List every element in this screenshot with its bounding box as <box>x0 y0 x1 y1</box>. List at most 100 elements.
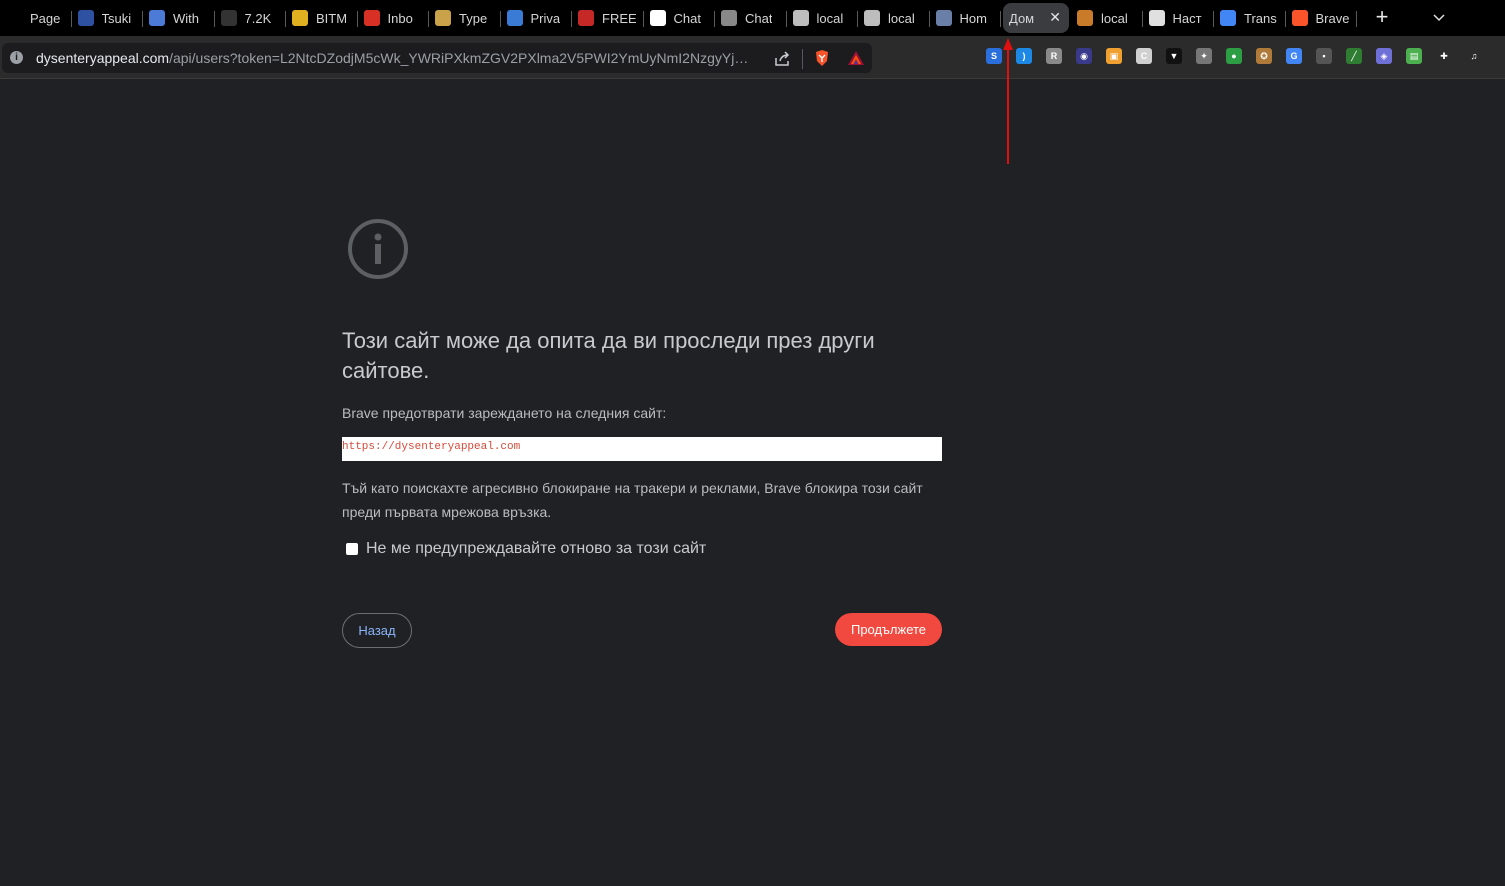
share-icon[interactable] <box>773 50 791 68</box>
tab[interactable]: local <box>787 3 858 33</box>
ext-robot-icon[interactable]: ▪ <box>1316 48 1332 64</box>
shield-icon <box>149 10 165 26</box>
star-icon <box>220 10 237 26</box>
tab[interactable]: Priva <box>501 3 572 33</box>
brave-shields-icon[interactable] <box>813 49 831 67</box>
tab-title: Page <box>30 10 61 26</box>
ext-eye-icon[interactable]: ◉ <box>1076 48 1092 64</box>
ext-image-icon[interactable]: ▤ <box>1406 48 1422 64</box>
globe-icon <box>792 10 809 26</box>
media-icon[interactable]: ♫ <box>1466 48 1482 64</box>
new-tab-button[interactable]: + <box>1369 5 1395 31</box>
ext-lock-icon[interactable]: ◈ <box>1376 48 1392 64</box>
tab-separator <box>1356 11 1357 27</box>
tab-title: Chat <box>745 10 773 26</box>
tab[interactable]: With <box>143 3 215 33</box>
ext-c-icon[interactable]: C <box>1136 48 1152 64</box>
tab-title: local <box>1101 10 1128 26</box>
openai-icon <box>649 10 666 26</box>
ext-ninja-icon[interactable]: ▼ <box>1166 48 1182 64</box>
tab-title: BITM <box>316 10 348 26</box>
tab[interactable]: Type <box>429 3 501 33</box>
brave-lion-icon <box>1291 10 1308 26</box>
tab-title: Brave <box>1315 10 1350 26</box>
tab[interactable]: BITM <box>286 3 358 33</box>
chevron-down-icon[interactable] <box>1431 9 1447 25</box>
tab[interactable]: Chat <box>644 3 715 33</box>
tab[interactable]: Brave <box>1286 3 1357 33</box>
extensions-icon[interactable]: ✚ <box>1436 48 1452 64</box>
tab-title: Type <box>459 10 488 26</box>
continue-button[interactable]: Продължете <box>835 613 942 646</box>
ext-translate-icon[interactable]: G <box>1286 48 1302 64</box>
omnibox-separator <box>802 49 803 69</box>
dots-icon <box>506 10 523 26</box>
slash-icon <box>578 10 594 26</box>
site-info-icon[interactable]: i <box>10 51 23 64</box>
dont-warn-checkbox-label[interactable]: Не ме предупреждавайте отново за този са… <box>366 540 706 558</box>
tab[interactable]: Hom <box>930 3 1001 33</box>
tab-title: Hom <box>959 10 987 26</box>
tab-strip: Page Tsuki With 7.2K BITM Inbo Type Priva FREE Ch… <box>0 0 1505 36</box>
ext-chart-icon[interactable]: ╱ <box>1346 48 1362 64</box>
ext-r-icon[interactable]: R <box>1046 48 1062 64</box>
info-icon <box>348 219 408 279</box>
tab[interactable]: Chat <box>715 3 787 33</box>
url-text[interactable]: dysenteryappeal.com/api/users?token=L2Nt… <box>36 50 756 66</box>
tab-title: With <box>173 10 199 26</box>
ext-puzzle-icon[interactable]: ✦ <box>1196 48 1212 64</box>
tab-title: Chat <box>673 10 701 26</box>
dont-warn-checkbox[interactable] <box>346 543 358 555</box>
game-icon <box>935 10 952 26</box>
url-path: /api/users?token=L2NtcDZodjM5cWk_YWRiPXk… <box>169 50 756 66</box>
extensions-bar: S) R ◉ ▣ C ▼ ✦ ● ✪ G ▪ ╱ ◈ ▤ ✚ ♫ <box>986 48 1482 64</box>
tab-title: Наст <box>1172 10 1202 26</box>
gear-icon <box>1148 10 1165 26</box>
mal-icon <box>77 10 94 26</box>
tab-title: local <box>816 10 844 26</box>
explanation-text: Тъй като поискахте агресивно блокиране н… <box>342 480 923 520</box>
tab[interactable]: local <box>1071 3 1143 33</box>
page-icon <box>6 10 22 26</box>
tab-active[interactable]: Дом ✕ <box>1003 3 1069 33</box>
tab-title: local <box>888 10 915 26</box>
tab-title: Дом <box>1009 10 1035 26</box>
tab[interactable]: Inbo <box>358 3 429 33</box>
tab-title: FREE <box>602 10 636 26</box>
tab-separator <box>1000 11 1001 27</box>
tab-title: Priva <box>530 10 561 26</box>
tab[interactable]: Trans <box>1214 3 1286 33</box>
page-title: Този сайт може да опита да ви проследи п… <box>342 328 875 383</box>
dont-warn-checkbox-row[interactable]: Не ме предупреждавайте отново за този са… <box>346 540 706 558</box>
address-bar[interactable]: i dysenteryappeal.com/api/users?token=L2… <box>2 43 872 73</box>
atom-icon <box>721 10 737 26</box>
ext-s-icon[interactable]: S <box>986 48 1002 64</box>
ship-icon <box>1077 10 1093 26</box>
tab[interactable]: Page <box>0 3 72 33</box>
ext-wave-icon[interactable]: ) <box>1016 48 1032 64</box>
tab[interactable]: 7.2K <box>215 3 286 33</box>
typewriter-icon <box>435 10 451 26</box>
tab[interactable]: local <box>858 3 930 33</box>
annotation-arrow <box>1003 38 1013 164</box>
back-button[interactable]: Назад <box>342 613 412 648</box>
tab-title: 7.2K <box>244 10 272 26</box>
blocked-subtitle: Brave предотврати зареждането на следния… <box>342 405 667 421</box>
ext-square-icon[interactable]: ▣ <box>1106 48 1122 64</box>
ext-green-icon[interactable]: ● <box>1226 48 1242 64</box>
tab[interactable]: Tsuki <box>72 3 143 33</box>
translate-icon <box>1220 10 1236 26</box>
brave-rewards-icon[interactable] <box>846 49 866 67</box>
tab-title: Trans <box>1244 10 1277 26</box>
tab[interactable]: Наст <box>1143 3 1214 33</box>
tab[interactable]: FREE <box>572 3 644 33</box>
toolbar: i dysenteryappeal.com/api/users?token=L2… <box>0 36 1505 79</box>
smiley-icon <box>292 10 308 26</box>
close-tab-icon[interactable]: ✕ <box>1049 9 1061 26</box>
url-host: dysenteryappeal.com <box>36 50 170 66</box>
ext-cookie-icon[interactable]: ✪ <box>1256 48 1272 64</box>
globe-icon <box>864 10 880 26</box>
tab-title: Tsuki <box>101 10 132 26</box>
blocked-url: https://dysenteryappeal.com <box>342 437 942 461</box>
gmail-icon <box>363 10 380 26</box>
